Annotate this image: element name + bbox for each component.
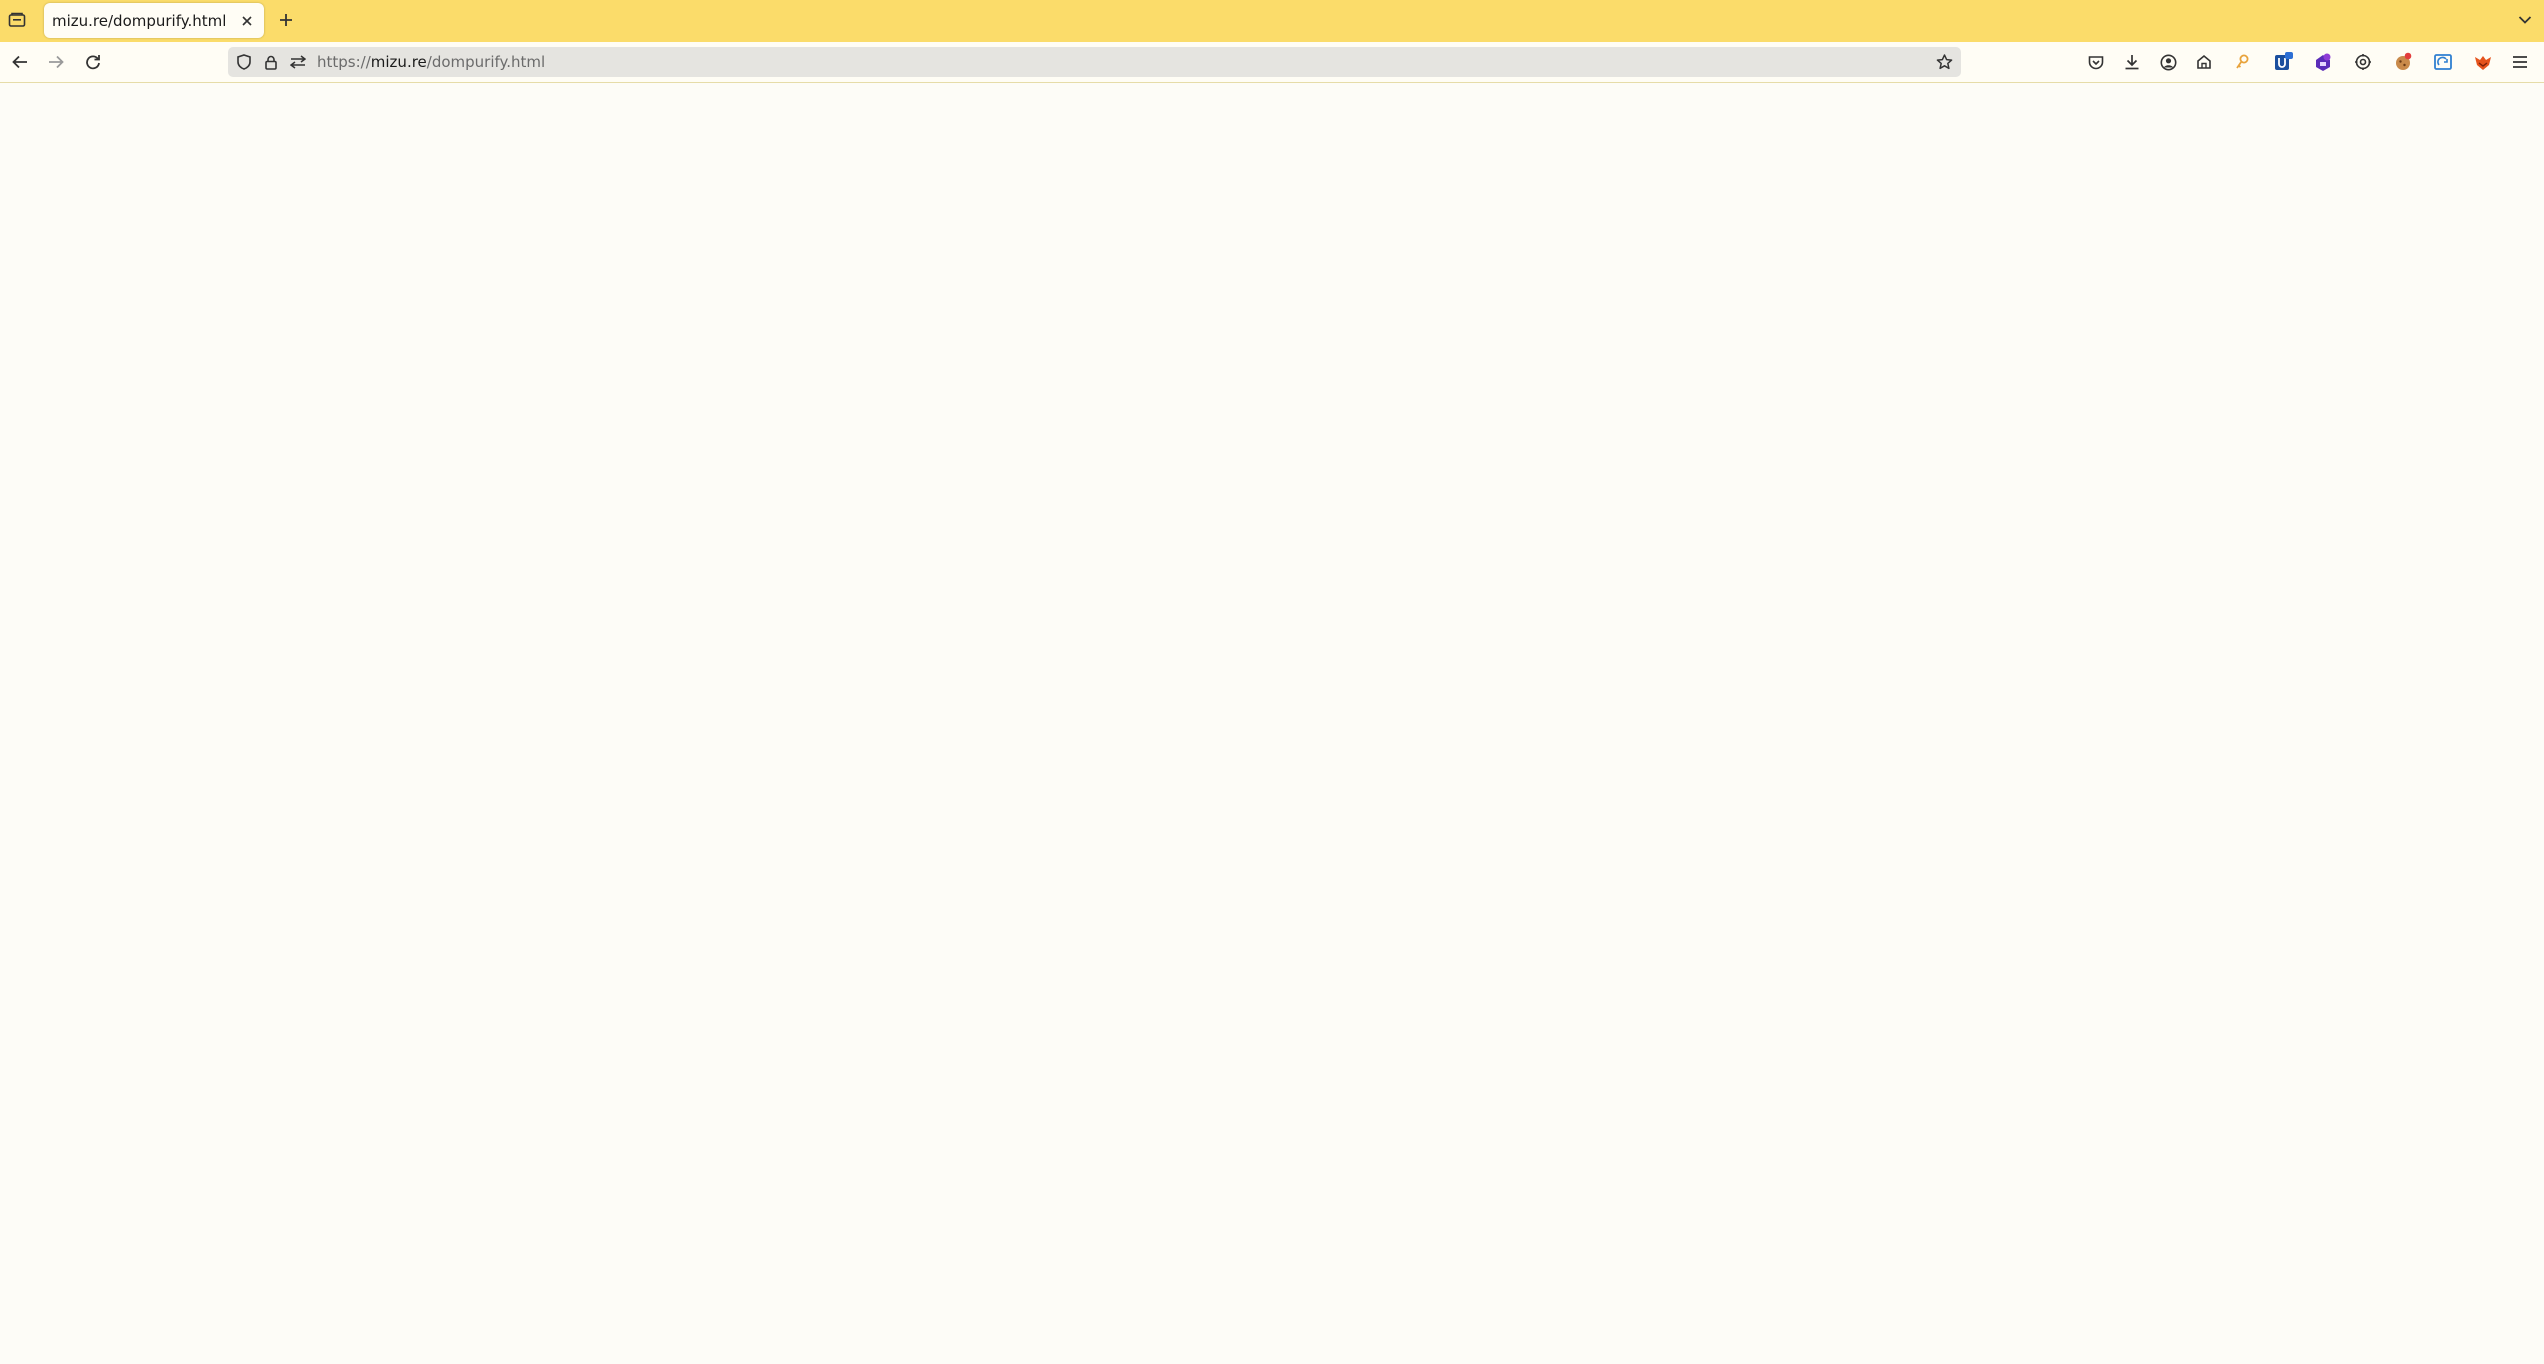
url-path: /dompurify.html: [426, 53, 546, 71]
star-icon[interactable]: [1933, 51, 1955, 73]
download-icon[interactable]: [2120, 50, 2144, 74]
menu-icon[interactable]: [2508, 50, 2532, 74]
page-content: [0, 83, 2544, 1364]
account-icon[interactable]: [2156, 50, 2180, 74]
settings-gear-icon[interactable]: [2351, 50, 2375, 74]
tab-bar: mizu.re/dompurify.html: [0, 0, 2544, 42]
extension-u-icon[interactable]: [2271, 50, 2295, 74]
tab-title: mizu.re/dompurify.html: [52, 12, 227, 30]
permissions-icon[interactable]: [288, 52, 308, 72]
close-icon[interactable]: [236, 10, 258, 32]
lock-icon[interactable]: [261, 52, 281, 72]
url-text[interactable]: https://mizu.re/dompurify.html: [317, 53, 545, 71]
url-scheme: https://: [317, 53, 371, 71]
forward-arrow-icon[interactable]: [44, 50, 68, 74]
extension-fox-icon[interactable]: [2471, 50, 2495, 74]
plus-icon[interactable]: [274, 8, 298, 32]
back-arrow-icon[interactable]: [8, 50, 32, 74]
nav-bar: https://mizu.re/dompurify.html: [0, 42, 2544, 83]
extension-purple-icon[interactable]: [2311, 50, 2335, 74]
extensions-icon[interactable]: [2192, 50, 2216, 74]
pocket-icon[interactable]: [2084, 50, 2108, 74]
extension-sync-icon[interactable]: [2431, 50, 2455, 74]
extension-cookie-icon[interactable]: [2391, 50, 2415, 74]
folder-tabs-icon[interactable]: [6, 9, 28, 31]
shield-icon[interactable]: [234, 52, 254, 72]
key-icon[interactable]: [2230, 50, 2254, 74]
browser-tab[interactable]: mizu.re/dompurify.html: [44, 3, 264, 38]
url-bar[interactable]: https://mizu.re/dompurify.html: [228, 47, 1961, 77]
chevron-down-icon[interactable]: [2514, 9, 2536, 31]
reload-icon[interactable]: [81, 50, 105, 74]
url-host: mizu.re: [370, 53, 427, 71]
